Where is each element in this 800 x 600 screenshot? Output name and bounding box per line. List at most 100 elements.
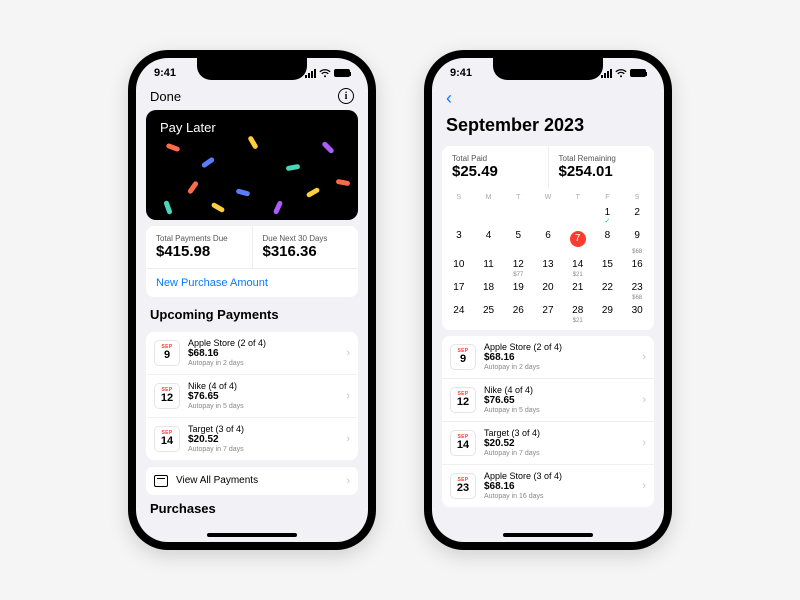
view-all-payments[interactable]: View All Payments › — [146, 466, 358, 495]
calendar-day[interactable]: 24 — [444, 303, 474, 324]
new-purchase-button[interactable]: New Purchase Amount — [146, 268, 358, 297]
done-button[interactable]: Done — [150, 89, 181, 104]
status-time: 9:41 — [154, 67, 176, 79]
calendar-day[interactable]: 6 — [533, 228, 563, 255]
notch — [197, 58, 307, 80]
calendar-day[interactable]: 2 — [622, 205, 652, 226]
payment-subtext: Autopay in 5 days — [188, 403, 338, 411]
calendar-day[interactable]: 13 — [533, 257, 563, 278]
payment-row[interactable]: SEP12Nike (4 of 4)$76.65Autopay in 5 day… — [442, 378, 654, 421]
card-brand: Pay Later — [160, 120, 216, 135]
card-logo: Pay Later — [158, 120, 346, 135]
calendar-day[interactable]: 17 — [444, 280, 474, 301]
payment-subtext: Autopay in 7 days — [188, 446, 338, 454]
wifi-icon — [615, 69, 627, 78]
payment-title: Apple Store (3 of 4) — [484, 471, 634, 481]
day-amount: $21 — [563, 318, 593, 324]
day-of-week: W — [533, 192, 563, 203]
payment-row[interactable]: SEP9Apple Store (2 of 4)$68.16Autopay in… — [146, 332, 358, 374]
payment-amount: $20.52 — [188, 434, 338, 446]
sprinkle — [163, 200, 172, 215]
calendar-day[interactable]: 20 — [533, 280, 563, 301]
payment-subtext: Autopay in 16 days — [484, 493, 634, 501]
calendar-day[interactable]: 23$68 — [622, 280, 652, 301]
next-30-label: Due Next 30 Days — [263, 234, 349, 243]
calendar-day[interactable]: 16 — [622, 257, 652, 278]
calendar-day[interactable]: 4 — [474, 228, 504, 255]
calendar-day[interactable]: 18 — [474, 280, 504, 301]
payment-amount: $76.65 — [484, 395, 634, 407]
chevron-right-icon: › — [642, 437, 646, 449]
calendar-day — [563, 205, 593, 226]
calendar-day[interactable]: 22 — [593, 280, 623, 301]
payment-row[interactable]: SEP14Target (3 of 4)$20.52Autopay in 7 d… — [442, 421, 654, 464]
payment-title: Nike (4 of 4) — [484, 385, 634, 395]
calendar-day[interactable]: 25 — [474, 303, 504, 324]
info-icon[interactable]: i — [338, 88, 354, 104]
calendar-day[interactable]: 10 — [444, 257, 474, 278]
calendar-day[interactable]: 5 — [503, 228, 533, 255]
summary-panel: Total Payments Due $415.98 Due Next 30 D… — [146, 226, 358, 297]
sprinkle — [187, 180, 199, 194]
calendar-day[interactable]: 30 — [622, 303, 652, 324]
status-time: 9:41 — [450, 67, 472, 79]
calendar-day[interactable]: 28$21 — [563, 303, 593, 324]
calendar-day[interactable]: 11 — [474, 257, 504, 278]
phone-right: 9:41 ‹ September 2023 Total Paid $25.49 — [424, 50, 672, 550]
payment-row[interactable]: SEP23Apple Store (3 of 4)$68.16Autopay i… — [442, 464, 654, 507]
sprinkle — [286, 164, 301, 171]
calendar-day[interactable]: 14$21 — [563, 257, 593, 278]
pay-later-card[interactable]: Pay Later — [146, 110, 358, 220]
date-badge: SEP9 — [154, 340, 180, 366]
day-of-week: T — [503, 192, 533, 203]
payment-row[interactable]: SEP14Target (3 of 4)$20.52Autopay in 7 d… — [146, 417, 358, 460]
sprinkle — [201, 156, 215, 168]
date-badge: SEP12 — [154, 383, 180, 409]
payment-row[interactable]: SEP9Apple Store (2 of 4)$68.16Autopay in… — [442, 336, 654, 378]
calendar-grid[interactable]: SMTWTFS1✓23456789$68101112$771314$211516… — [442, 188, 654, 330]
day-of-week: M — [474, 192, 504, 203]
calendar-day[interactable]: 15 — [593, 257, 623, 278]
calendar-day[interactable]: 3 — [444, 228, 474, 255]
day-amount: $68 — [622, 249, 652, 255]
month-title: September 2023 — [442, 115, 654, 140]
home-indicator[interactable] — [207, 533, 297, 537]
calendar-icon — [154, 475, 168, 487]
sprinkle — [321, 141, 334, 154]
calendar-day[interactable]: 29 — [593, 303, 623, 324]
total-due-label: Total Payments Due — [156, 234, 242, 243]
calendar-day[interactable]: 8 — [593, 228, 623, 255]
calendar-day[interactable]: 27 — [533, 303, 563, 324]
signal-icon — [601, 69, 612, 78]
screen-left: 9:41 Done i Pay Later — [136, 58, 368, 542]
day-amount: $68 — [622, 295, 652, 301]
payment-info: Target (3 of 4)$20.52Autopay in 7 days — [484, 428, 634, 458]
payment-info: Apple Store (2 of 4)$68.16Autopay in 2 d… — [484, 342, 634, 372]
back-button[interactable]: ‹ — [446, 88, 452, 109]
calendar-day[interactable]: 1✓ — [593, 205, 623, 226]
day-of-week: T — [563, 192, 593, 203]
chevron-right-icon: › — [642, 394, 646, 406]
payment-title: Nike (4 of 4) — [188, 381, 338, 391]
calendar-day[interactable]: 21 — [563, 280, 593, 301]
chevron-right-icon: › — [346, 433, 350, 445]
sprinkle — [336, 179, 351, 186]
calendar-day[interactable]: 7 — [563, 228, 593, 255]
payment-subtext: Autopay in 2 days — [484, 364, 634, 372]
sprinkle — [166, 143, 181, 152]
calendar-day[interactable]: 19 — [503, 280, 533, 301]
signal-icon — [305, 69, 316, 78]
total-paid-value: $25.49 — [452, 163, 538, 180]
payment-title: Target (3 of 4) — [484, 428, 634, 438]
next-30-stat: Due Next 30 Days $316.36 — [252, 226, 359, 268]
chevron-right-icon: › — [346, 390, 350, 402]
total-paid-stat: Total Paid $25.49 — [442, 146, 548, 188]
payment-row[interactable]: SEP12 Nike (4 of 4)$76.65Autopay in 5 day… — [146, 374, 358, 417]
home-indicator[interactable] — [503, 533, 593, 537]
payment-amount: $76.65 — [188, 391, 338, 403]
calendar-day[interactable]: 26 — [503, 303, 533, 324]
calendar-day[interactable]: 12$77 — [503, 257, 533, 278]
calendar-day[interactable]: 9$68 — [622, 228, 652, 255]
payment-title: Target (3 of 4) — [188, 424, 338, 434]
status-indicators — [305, 69, 350, 78]
